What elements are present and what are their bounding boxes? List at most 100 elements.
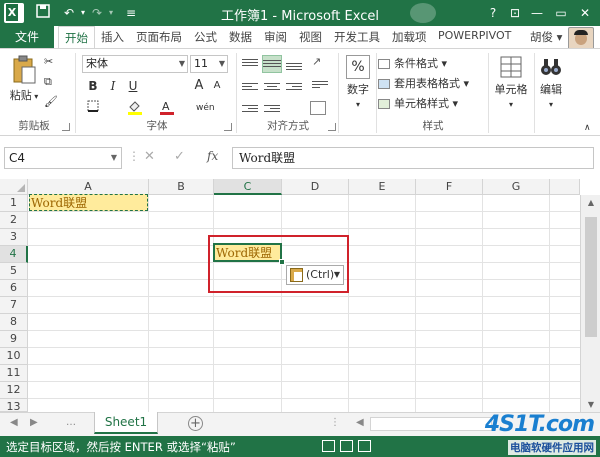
tab-page-layout[interactable]: 页面布局	[136, 29, 182, 45]
row-header-6[interactable]: 6	[0, 280, 28, 297]
clipboard-launcher-icon[interactable]	[62, 123, 70, 131]
font-name-select[interactable]: 宋体 ▼	[82, 55, 188, 73]
align-left-icon[interactable]	[242, 81, 258, 95]
minimize-button[interactable]: —	[526, 3, 548, 23]
align-center-icon[interactable]	[264, 81, 280, 95]
bold-button[interactable]: B	[84, 77, 102, 95]
font-launcher-icon[interactable]	[224, 123, 232, 131]
row-header-7[interactable]: 7	[0, 297, 28, 314]
add-sheet-button[interactable]: +	[188, 416, 203, 431]
gridline	[28, 347, 580, 348]
name-box[interactable]: C4 ▼	[4, 147, 122, 169]
decrease-indent-icon[interactable]	[242, 103, 258, 117]
scroll-down-icon[interactable]: ▼	[581, 400, 600, 409]
format-as-table-button[interactable]: 套用表格格式 ▾	[378, 75, 469, 93]
sheet-tab-sheet1[interactable]: Sheet1	[94, 412, 158, 434]
vertical-scrollbar[interactable]: ▲ ▼	[580, 195, 600, 412]
column-header-f[interactable]: F	[416, 179, 483, 195]
row-header-8[interactable]: 8	[0, 314, 28, 331]
next-sheet-icon[interactable]: ▶	[30, 417, 38, 428]
increase-indent-icon[interactable]	[264, 103, 280, 117]
row-header-5[interactable]: 5	[0, 263, 28, 280]
align-top-icon[interactable]	[242, 57, 258, 71]
wrap-text-icon[interactable]	[312, 79, 328, 93]
tab-addins[interactable]: 加载项	[392, 29, 427, 45]
row-header-10[interactable]: 10	[0, 348, 28, 365]
cell-styles-button[interactable]: 单元格样式 ▾	[378, 95, 458, 113]
confirm-entry-button[interactable]: ✓	[174, 149, 185, 164]
row-header-4[interactable]: 4	[0, 246, 28, 263]
formula-input[interactable]: Word联盟	[232, 147, 594, 169]
cut-icon[interactable]: ✂	[44, 53, 53, 71]
cell-a1[interactable]: Word联盟	[31, 195, 87, 211]
column-header-g[interactable]: G	[483, 179, 550, 195]
row-header-3[interactable]: 3	[0, 229, 28, 246]
tab-file[interactable]: 文件	[0, 26, 54, 48]
column-header-e[interactable]: E	[349, 179, 416, 195]
normal-view-icon[interactable]	[340, 440, 353, 452]
editing-button[interactable]: 编辑 ▾	[536, 55, 566, 110]
conditional-formatting-button[interactable]: 条件格式 ▾	[378, 55, 447, 73]
underline-button[interactable]: U	[124, 77, 142, 95]
column-header-d[interactable]: D	[282, 179, 349, 195]
paste-options-button[interactable]: (Ctrl) ▼	[286, 265, 344, 285]
resize-handle-icon[interactable]: ⋮	[128, 149, 141, 163]
grow-font-button[interactable]: A	[190, 77, 208, 95]
tab-view[interactable]: 视图	[299, 29, 322, 45]
select-all-button[interactable]	[0, 179, 28, 195]
insert-function-button[interactable]: fx	[207, 149, 218, 163]
row-header-13[interactable]: 13	[0, 399, 28, 412]
row-header-1[interactable]: 1	[0, 195, 28, 212]
macro-record-icon[interactable]	[322, 440, 335, 452]
page-layout-view-icon[interactable]	[358, 440, 371, 452]
previous-sheet-icon[interactable]: ◀	[10, 417, 18, 428]
font-size-select[interactable]: 11 ▼	[190, 55, 228, 73]
collapse-ribbon-icon[interactable]: ∧	[584, 119, 591, 137]
scroll-up-icon[interactable]: ▲	[581, 198, 600, 207]
cancel-entry-button[interactable]: ✕	[144, 149, 155, 164]
merge-cells-icon[interactable]	[310, 101, 326, 115]
column-header-a[interactable]: A	[28, 179, 149, 195]
close-button[interactable]: ✕	[574, 3, 596, 23]
paste-button[interactable]: 粘贴 ▾	[8, 55, 40, 103]
font-color-icon[interactable]: A	[158, 99, 176, 117]
tab-powerpivot[interactable]: POWERPIVOT	[438, 29, 511, 42]
maximize-button[interactable]: ▭	[550, 3, 572, 23]
tab-insert[interactable]: 插入	[101, 29, 124, 45]
ribbon-display-button[interactable]: ⊡	[504, 3, 526, 23]
tab-review[interactable]: 审阅	[264, 29, 287, 45]
column-header-b[interactable]: B	[149, 179, 214, 195]
more-sheets-icon[interactable]: …	[66, 417, 77, 428]
border-icon[interactable]	[84, 99, 102, 117]
format-painter-icon[interactable]: 🖌	[44, 93, 58, 111]
shrink-font-button[interactable]: A	[208, 77, 226, 95]
fill-color-icon[interactable]	[126, 99, 144, 117]
phonetic-icon[interactable]: wén	[196, 99, 215, 117]
scroll-left-icon[interactable]: ◀	[356, 417, 364, 428]
row-header-11[interactable]: 11	[0, 365, 28, 382]
user-name[interactable]: 胡俊 ▾	[530, 29, 562, 45]
align-bottom-icon[interactable]	[286, 57, 302, 71]
tab-data[interactable]: 数据	[229, 29, 252, 45]
tab-home[interactable]: 开始	[58, 26, 95, 48]
cells-button[interactable]: 单元格 ▾	[490, 55, 532, 110]
column-header-c[interactable]: C	[214, 179, 282, 195]
ribbon-tabs: 文件 开始 插入 页面布局 公式 数据 审阅 视图 开发工具 加载项 POWER…	[0, 26, 600, 48]
align-middle-icon[interactable]	[262, 55, 282, 73]
copy-icon[interactable]: ⧉	[44, 73, 52, 91]
row-header-2[interactable]: 2	[0, 212, 28, 229]
number-format-button[interactable]: % 数字 ▾	[342, 55, 374, 110]
tab-splitter-icon[interactable]: ⋮	[330, 417, 340, 428]
align-right-icon[interactable]	[286, 81, 302, 95]
worksheet-grid[interactable]: A B C D E F G 1 2 3 4 5 6 7 8 9 10 11 12…	[0, 179, 600, 412]
tab-developer[interactable]: 开发工具	[334, 29, 380, 45]
scrollbar-thumb[interactable]	[585, 217, 597, 337]
alignment-launcher-icon[interactable]	[328, 123, 336, 131]
column-header-partial[interactable]	[550, 179, 580, 195]
row-header-12[interactable]: 12	[0, 382, 28, 399]
help-button[interactable]: ?	[482, 3, 504, 23]
tab-formulas[interactable]: 公式	[194, 29, 217, 45]
orientation-icon[interactable]: ↗	[312, 55, 328, 69]
italic-button[interactable]: I	[104, 77, 122, 95]
row-header-9[interactable]: 9	[0, 331, 28, 348]
